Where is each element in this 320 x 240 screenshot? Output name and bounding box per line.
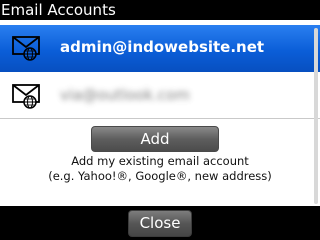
- add-account-description: Add my existing email account: [71, 154, 249, 168]
- envelope-globe-icon: [12, 84, 40, 109]
- add-account-examples: (e.g. Yahoo!®, Google®, new address): [48, 169, 272, 183]
- account-row[interactable]: via@outlook.com: [0, 72, 320, 119]
- accounts-panel: admin@indowebsite.net via@outlook.com Ad…: [0, 20, 320, 206]
- account-row-selected[interactable]: admin@indowebsite.net: [0, 25, 320, 72]
- email-accounts-screen: Email Accounts admin@indowebsite.net via…: [0, 0, 320, 240]
- envelope-globe-icon: [12, 36, 40, 61]
- account-email-blurred: via@outlook.com: [60, 86, 190, 104]
- close-button[interactable]: Close: [128, 210, 192, 237]
- add-account-button[interactable]: Add: [91, 126, 219, 152]
- window-title: Email Accounts: [0, 0, 320, 20]
- account-email: admin@indowebsite.net: [60, 38, 265, 56]
- scrollbar[interactable]: [314, 28, 318, 204]
- divider: [0, 118, 320, 119]
